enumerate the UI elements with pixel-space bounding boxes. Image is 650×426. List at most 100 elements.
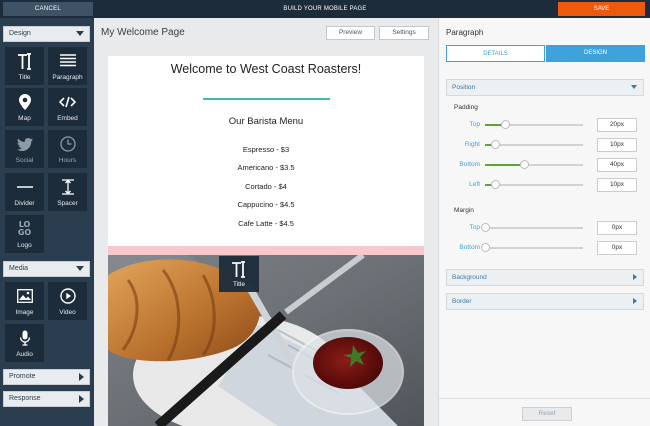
tile-label: Map — [18, 115, 31, 122]
padding-bottom-row: Bottom 40px — [446, 158, 644, 172]
tile-video[interactable]: Video — [48, 282, 87, 320]
background-label: Background — [452, 274, 487, 281]
padding-right-row: Right 10px — [446, 138, 644, 152]
margin-slider[interactable] — [481, 243, 583, 252]
title-icon — [5, 52, 44, 70]
padding-slider[interactable] — [485, 140, 583, 149]
page-canvas[interactable]: Welcome to West Coast Roasters! Our Bari… — [108, 56, 424, 426]
tile-embed[interactable]: Embed — [48, 88, 87, 126]
tile-label: Spacer — [57, 200, 78, 207]
padding-label: Padding — [454, 104, 478, 111]
tile-label: Paragraph — [52, 74, 83, 81]
tile-hours[interactable]: Hours — [48, 130, 87, 168]
padding-side-label: Bottom — [459, 161, 480, 168]
slider-handle[interactable] — [481, 223, 490, 232]
twitter-icon — [5, 135, 44, 153]
padding-slider[interactable] — [485, 160, 583, 169]
drag-tile-label: Title — [232, 281, 246, 288]
padding-value-input[interactable]: 20px — [597, 118, 637, 132]
chevron-down-icon — [76, 266, 84, 271]
slider-handle[interactable] — [500, 120, 510, 129]
slider-handle[interactable] — [520, 160, 530, 169]
menu-item[interactable]: Cafe Latte - $4.5 — [108, 219, 424, 228]
margin-label: Margin — [454, 207, 474, 214]
margin-slider[interactable] — [481, 223, 583, 232]
tile-label: Image — [15, 309, 34, 316]
chevron-right-icon — [79, 395, 84, 403]
media-section-toggle[interactable]: Media — [3, 261, 90, 277]
tab-design[interactable]: DESIGN — [546, 45, 645, 62]
margin-top-row: Top 0px — [446, 221, 644, 235]
response-section-toggle[interactable]: Response — [3, 391, 90, 407]
tile-spacer[interactable]: Spacer — [48, 173, 87, 211]
padding-value-input[interactable]: 40px — [597, 158, 637, 172]
padding-top-row: Top 20px — [446, 118, 644, 132]
chevron-right-icon — [633, 298, 637, 304]
panel-footer: Reset — [439, 398, 650, 426]
image-icon — [5, 287, 44, 305]
background-accordion[interactable]: Background — [446, 269, 644, 286]
margin-side-label: Top — [469, 224, 480, 231]
padding-side-label: Top — [469, 121, 480, 128]
code-icon — [48, 93, 87, 111]
tile-image[interactable]: Image — [5, 282, 44, 320]
padding-side-label: Left — [469, 181, 480, 188]
border-accordion[interactable]: Border — [446, 293, 644, 310]
padding-value-input[interactable]: 10px — [597, 138, 637, 152]
margin-value-input[interactable]: 0px — [597, 221, 637, 235]
divider-icon — [5, 178, 44, 196]
properties-panel: Paragraph DETAILS DESIGN Position Paddin… — [438, 18, 650, 426]
tile-map[interactable]: Map — [5, 88, 44, 126]
tile-label: Embed — [57, 115, 78, 122]
position-accordion[interactable]: Position — [446, 79, 644, 96]
dragging-title-tile[interactable]: Title — [219, 256, 259, 292]
tile-paragraph[interactable]: Paragraph — [48, 47, 87, 85]
slider-handle[interactable] — [490, 180, 500, 189]
menu-item[interactable]: Americano - $3.5 — [108, 163, 424, 172]
menu-title[interactable]: Our Barista Menu — [108, 116, 424, 127]
clock-icon — [48, 135, 87, 153]
settings-button[interactable]: Settings — [379, 26, 429, 40]
croissant-photo[interactable] — [108, 255, 424, 426]
slider-fill — [485, 164, 525, 166]
chevron-right-icon — [79, 373, 84, 381]
builder-title: BUILD YOUR MOBILE PAGE — [283, 6, 367, 12]
margin-side-label: Bottom — [459, 244, 480, 251]
tab-details[interactable]: DETAILS — [446, 45, 545, 62]
position-label: Position — [452, 84, 476, 91]
page-editor: My Welcome Page Preview Settings Welcome… — [94, 18, 438, 426]
tile-label: Hours — [58, 157, 77, 164]
media-section-label: Media — [9, 265, 29, 272]
title-icon — [219, 261, 259, 278]
design-section-toggle[interactable]: Design — [3, 26, 90, 42]
cancel-button[interactable]: CANCEL — [3, 2, 93, 16]
tile-logo[interactable]: LO GO Logo — [5, 215, 44, 253]
page-title: My Welcome Page — [101, 27, 185, 38]
response-section-label: Response — [9, 395, 41, 402]
tile-audio[interactable]: Audio — [5, 324, 44, 362]
accent-divider[interactable] — [203, 98, 330, 100]
slider-handle[interactable] — [481, 243, 490, 252]
tile-divider[interactable]: Divider — [5, 173, 44, 211]
tile-social[interactable]: Social — [5, 130, 44, 168]
padding-slider[interactable] — [485, 120, 583, 129]
top-bar: CANCEL BUILD YOUR MOBILE PAGE SAVE — [0, 0, 650, 18]
design-section-label: Design — [9, 30, 31, 37]
microphone-icon — [5, 329, 44, 347]
panel-title: Paragraph — [446, 28, 484, 37]
padding-slider[interactable] — [485, 180, 583, 189]
paragraph-icon — [48, 52, 87, 70]
element-sidebar: Design Title Paragraph Map Embed Social — [0, 18, 94, 426]
preview-button[interactable]: Preview — [326, 26, 375, 40]
reset-button[interactable]: Reset — [522, 407, 572, 421]
menu-item[interactable]: Cappucino - $4.5 — [108, 200, 424, 209]
welcome-heading[interactable]: Welcome to West Coast Roasters! — [108, 62, 424, 76]
slider-handle[interactable] — [490, 140, 500, 149]
tile-title[interactable]: Title — [5, 47, 44, 85]
promote-section-toggle[interactable]: Promote — [3, 369, 90, 385]
menu-item[interactable]: Cortado - $4 — [108, 182, 424, 191]
margin-value-input[interactable]: 0px — [597, 241, 637, 255]
save-button[interactable]: SAVE — [558, 2, 645, 16]
menu-item[interactable]: Espresso - $3 — [108, 145, 424, 154]
padding-value-input[interactable]: 10px — [597, 178, 637, 192]
